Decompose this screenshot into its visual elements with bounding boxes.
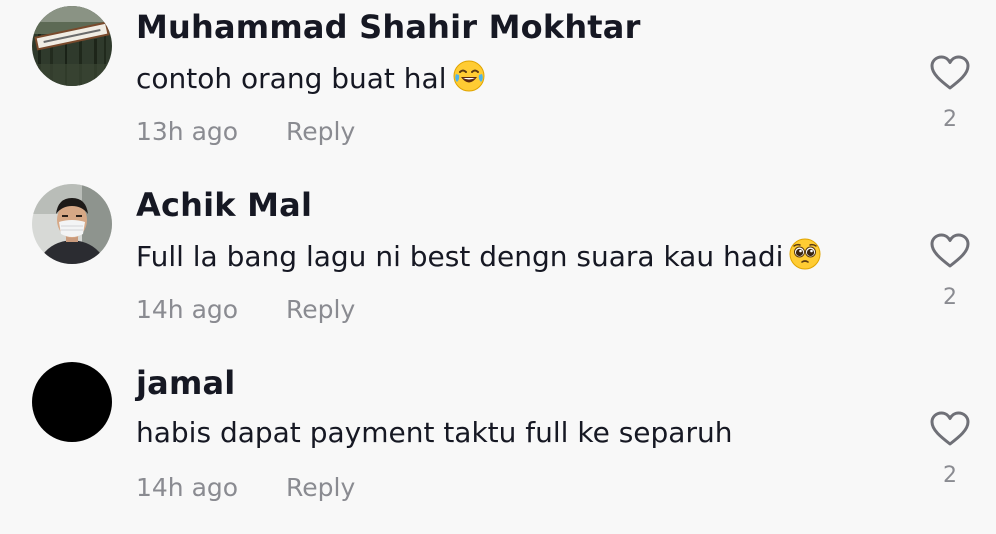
reply-button[interactable]: Reply: [286, 473, 355, 502]
like-count: 2: [943, 107, 957, 132]
comment-timestamp: 13h ago: [136, 117, 239, 146]
avatar[interactable]: [32, 6, 112, 86]
comment-item: Muhammad Shahir Mokhtar contoh orang bua…: [0, 0, 996, 178]
comment-username[interactable]: Muhammad Shahir Mokhtar: [136, 8, 641, 46]
comment-text-content: Full la bang lagu ni best dengn suara ka…: [136, 240, 784, 273]
comment-item: jamal habis dapat payment taktu full ke …: [0, 356, 996, 534]
comment-item: Achik Mal Full la bang lagu ni best deng…: [0, 178, 996, 356]
comment-text: habis dapat payment taktu full ke separu…: [136, 416, 732, 449]
comment-text-content: contoh orang buat hal: [136, 62, 447, 95]
avatar[interactable]: [32, 184, 112, 264]
like-count: 2: [943, 463, 957, 488]
face-with-tears-of-joy-icon: [453, 60, 485, 99]
comment-text: contoh orang buat hal: [136, 60, 485, 99]
heart-outline-icon: [930, 233, 970, 268]
comment-username[interactable]: Achik Mal: [136, 186, 312, 224]
heart-outline-icon: [930, 55, 970, 90]
comment-timestamp: 14h ago: [136, 473, 239, 502]
comment-username[interactable]: jamal: [136, 364, 235, 402]
comment-timestamp: 14h ago: [136, 295, 239, 324]
reply-button[interactable]: Reply: [286, 117, 355, 146]
reply-button[interactable]: Reply: [286, 295, 355, 324]
heart-outline-icon: [930, 411, 970, 446]
comment-text: Full la bang lagu ni best dengn suara ka…: [136, 238, 821, 277]
like-button[interactable]: [930, 55, 970, 91]
avatar[interactable]: [32, 362, 112, 442]
like-button[interactable]: [930, 233, 970, 269]
pleading-face-icon: [789, 238, 821, 277]
like-button[interactable]: [930, 411, 970, 447]
like-count: 2: [943, 285, 957, 310]
comment-text-content: habis dapat payment taktu full ke separu…: [136, 416, 733, 449]
